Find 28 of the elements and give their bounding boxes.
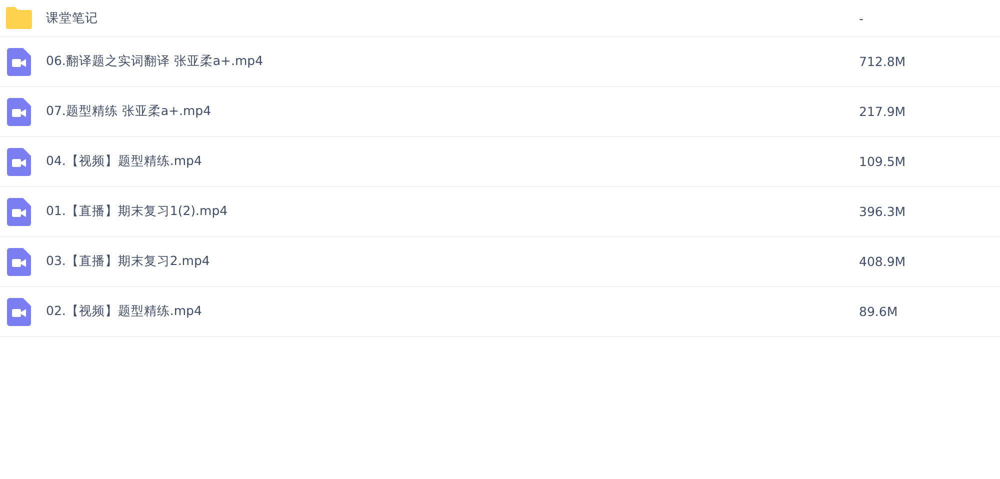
file-size: 217.9M [859, 104, 907, 119]
file-size: 712.8M [859, 54, 907, 69]
file-row[interactable]: 03.【直播】期末复习2.mp4 408.9M [0, 237, 1000, 287]
file-row[interactable]: 01.【直播】期末复习1(2).mp4 396.3M [0, 187, 1000, 237]
file-size: - [859, 10, 865, 26]
file-name: 01.【直播】期末复习1(2).mp4 [46, 203, 229, 220]
video-file-icon [7, 148, 31, 176]
file-row[interactable]: 06.翻译题之实词翻译 张亚柔a+.mp4 712.8M [0, 37, 1000, 87]
file-name: 03.【直播】期末复习2.mp4 [46, 253, 211, 270]
video-file-icon [7, 198, 31, 226]
file-name: 04.【视频】题型精练.mp4 [46, 153, 203, 170]
file-row[interactable]: 课堂笔记 - [0, 0, 1000, 37]
file-name: 课堂笔记 [46, 10, 99, 26]
file-size: 109.5M [859, 154, 907, 169]
file-row[interactable]: 07.题型精练 张亚柔a+.mp4 217.9M [0, 87, 1000, 137]
file-row[interactable]: 02.【视频】题型精练.mp4 89.6M [0, 287, 1000, 337]
file-size: 89.6M [859, 304, 899, 319]
video-file-icon [7, 298, 31, 326]
file-name: 02.【视频】题型精练.mp4 [46, 303, 203, 320]
video-file-icon [7, 248, 31, 276]
file-name: 06.翻译题之实词翻译 张亚柔a+.mp4 [46, 53, 264, 70]
file-size: 396.3M [859, 204, 907, 219]
folder-icon [4, 6, 34, 30]
file-size: 408.9M [859, 254, 907, 269]
video-file-icon [7, 98, 31, 126]
file-row[interactable]: 04.【视频】题型精练.mp4 109.5M [0, 137, 1000, 187]
file-name: 07.题型精练 张亚柔a+.mp4 [46, 103, 212, 120]
video-file-icon [7, 48, 31, 76]
